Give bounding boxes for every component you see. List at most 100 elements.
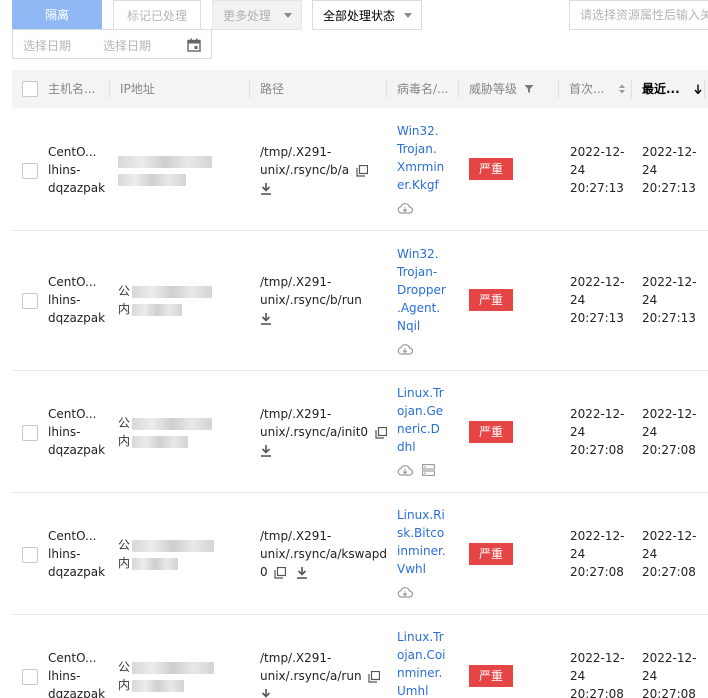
virus-name-line: sk.Bitco [397, 526, 445, 540]
first-seen-time: 2022-12- 24 20:27:13 [570, 273, 630, 327]
download-icon[interactable] [260, 312, 272, 325]
select-all-checkbox[interactable] [22, 81, 38, 97]
last-seen-line: 2022-12- [642, 407, 697, 421]
download-icon[interactable] [260, 182, 272, 195]
virus-action-icons [397, 462, 435, 476]
file-path-line: /tmp/.X291- [260, 145, 332, 159]
host-name[interactable]: CentO... lhins- dqzazpak [48, 649, 108, 698]
first-seen-time: 2022-12- 24 20:27:08 [570, 405, 630, 459]
first-seen-line: 20:27:08 [570, 565, 624, 579]
host-name[interactable]: CentO... lhins- dqzazpak [48, 405, 108, 459]
file-path-line: /tmp/.X291- [260, 275, 332, 289]
download-icon[interactable] [260, 444, 272, 457]
file-path-line: unix/.rsync/a/run [260, 669, 362, 683]
cloud-icon[interactable] [397, 343, 413, 355]
virus-name-line: Trojan. [397, 142, 437, 156]
masked-ip [118, 155, 212, 168]
toolbar: 隔离 标记已处理 更多处理 全部处理状态 请选择资源属性后输入关 [0, 0, 708, 30]
last-seen-line: 2022-12- [642, 529, 697, 543]
column-divider [704, 80, 705, 98]
last-seen-line: 20:27:08 [642, 443, 696, 457]
ip-address [118, 152, 222, 188]
file-path: /tmp/.X291- unix/.rsync/b/run [260, 273, 390, 327]
server-icon[interactable] [421, 463, 435, 476]
more-actions-dropdown[interactable]: 更多处理 [212, 0, 302, 30]
host-name-line: CentO... [48, 407, 97, 421]
virus-name-line: Linux.Tr [397, 630, 444, 644]
virus-name-line: Win32. [397, 124, 439, 138]
filter-icon[interactable] [524, 84, 534, 94]
virus-name-link[interactable]: Linux.Ri sk.Bitco inminer. Vwhl [397, 506, 457, 578]
first-seen-line: 2022-12- [570, 275, 625, 289]
start-date-input[interactable]: 选择日期 [23, 37, 71, 54]
host-name[interactable]: CentO... lhins- dqzazpak [48, 527, 108, 581]
host-name[interactable]: CentO... lhins- dqzazpak [48, 143, 108, 197]
virus-name-link[interactable]: Linux.Tr ojan.Ge neric.D dhl [397, 384, 457, 456]
copy-icon[interactable] [375, 426, 387, 439]
date-range-picker[interactable]: 选择日期 选择日期 [12, 29, 212, 59]
header-last-seen[interactable]: 最近... [642, 70, 702, 108]
virus-action-icons [397, 584, 413, 598]
file-path-line: /tmp/.X291- [260, 651, 332, 665]
copy-icon[interactable] [274, 566, 287, 579]
header-first-seen[interactable]: 首次... [569, 70, 626, 108]
mark-processed-button[interactable]: 标记已处理 [113, 0, 201, 30]
virus-name-link[interactable]: Win32. Trojan. Xmrmin er.Kkgf [397, 122, 457, 194]
header-host[interactable]: 主机名... [48, 70, 95, 108]
row-checkbox[interactable] [22, 425, 38, 441]
download-icon[interactable] [296, 566, 308, 579]
first-seen-line: 20:27:08 [570, 443, 624, 457]
first-seen-line: 20:27:08 [570, 687, 624, 698]
calendar-icon[interactable] [187, 38, 201, 52]
row-checkbox[interactable] [22, 293, 38, 309]
virus-name-link[interactable]: Linux.Tr ojan.Coi nminer. Umhl [397, 628, 457, 698]
first-seen-line: 24 [570, 425, 586, 439]
table-row[interactable]: CentO... lhins- dqzazpak 公 内 /tmp/.X291-… [12, 371, 708, 493]
host-name-line: lhins- [48, 425, 81, 439]
virus-name-line: nminer. [397, 666, 443, 680]
table-row[interactable]: CentO... lhins- dqzazpak 公 内 /tmp/.X291-… [12, 493, 708, 615]
status-filter-select[interactable]: 全部处理状态 [312, 0, 422, 30]
table-row[interactable]: CentO... lhins- dqzazpak 公 内 /tmp/.X291-… [12, 231, 708, 371]
copy-icon[interactable] [356, 164, 368, 177]
column-divider [386, 80, 387, 98]
masked-ip [132, 303, 182, 316]
first-seen-line: 20:27:13 [570, 311, 624, 325]
end-date-input[interactable]: 选择日期 [103, 37, 151, 54]
table-row[interactable]: CentO... lhins- dqzazpak /tmp/.X291- uni… [12, 108, 708, 231]
cloud-icon[interactable] [397, 202, 413, 214]
ip-address: 公 内 [118, 282, 222, 318]
cloud-icon[interactable] [397, 464, 413, 476]
first-seen-line: 24 [570, 669, 586, 683]
file-path-line: unix/.rsync/b/run [260, 293, 362, 307]
column-divider [631, 80, 632, 98]
isolate-button[interactable]: 隔离 [12, 0, 102, 30]
host-name[interactable]: CentO... lhins- dqzazpak [48, 273, 108, 327]
masked-ip [132, 285, 212, 298]
row-checkbox[interactable] [22, 547, 38, 563]
caret-down-icon [284, 13, 292, 18]
virus-name-line: Trojan- [397, 265, 438, 279]
last-seen-line: 2022-12- [642, 275, 697, 289]
virus-name-line: Linux.Tr [397, 386, 444, 400]
first-seen-line: 24 [570, 293, 586, 307]
row-checkbox[interactable] [22, 163, 38, 179]
sort-desc-icon[interactable] [694, 84, 702, 95]
host-name-line: dqzazpak [48, 181, 106, 195]
more-actions-label: 更多处理 [223, 9, 272, 23]
cloud-icon[interactable] [397, 586, 413, 598]
row-checkbox[interactable] [22, 669, 38, 685]
table-row[interactable]: CentO... lhins- dqzazpak 公 内 /tmp/.X291-… [12, 615, 708, 698]
masked-ip [132, 661, 214, 674]
search-input[interactable]: 请选择资源属性后输入关 [569, 0, 708, 30]
download-icon[interactable] [260, 688, 272, 698]
file-path-line: /tmp/.X291- [260, 529, 332, 543]
copy-icon[interactable] [368, 670, 381, 683]
host-name-line: dqzazpak [48, 311, 106, 325]
virus-name-link[interactable]: Win32. Trojan- Dropper .Agent. Nqil [397, 245, 457, 335]
virus-name-line: ojan.Ge [397, 404, 444, 418]
sort-icon[interactable] [618, 84, 626, 94]
file-path-line: 0 [260, 565, 268, 579]
header-threat[interactable]: 威胁等级 [469, 70, 534, 108]
header-virus[interactable]: 病毒名/... [397, 70, 449, 108]
